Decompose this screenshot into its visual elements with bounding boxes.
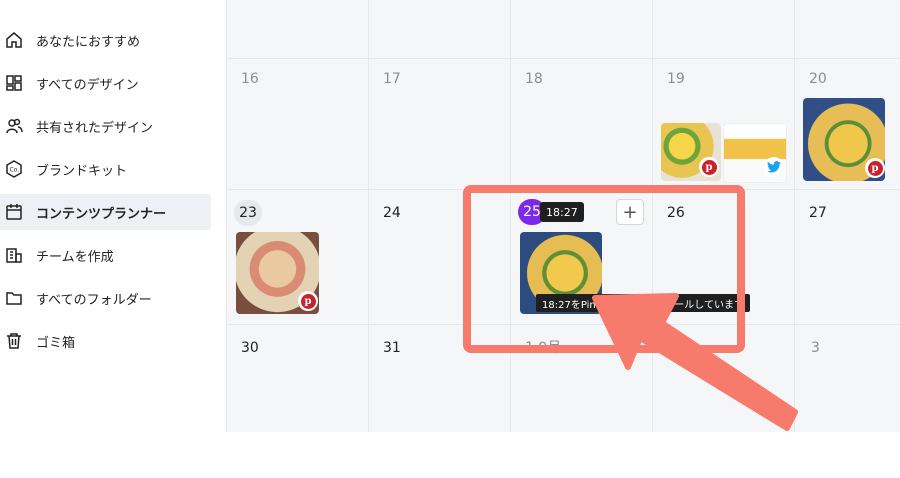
trash-icon: [5, 332, 23, 350]
shared-users-icon: [5, 117, 23, 135]
day-number[interactable]: 24: [383, 205, 401, 221]
twitter-icon: [764, 157, 784, 177]
folder-icon: [5, 289, 23, 307]
sidebar-item-brand-kit[interactable]: Co. ブランドキット: [0, 151, 211, 187]
pinterest-icon: p: [865, 158, 885, 178]
grid-icon: [5, 74, 23, 92]
sidebar-item-content-planner[interactable]: コンテンツプランナー: [0, 194, 211, 230]
sidebar-item-all-folders[interactable]: すべてのフォルダー: [0, 280, 211, 316]
sidebar-item-label: チームを作成: [36, 249, 114, 265]
day-number[interactable]: 18: [525, 71, 543, 87]
sidebar-item-create-team[interactable]: チームを作成: [0, 237, 211, 273]
day-number[interactable]: 19: [667, 71, 685, 87]
sidebar: あなたにおすすめ すべてのデザイン 共有されたデザイン Co. ブランドキット …: [0, 0, 226, 478]
highlight-box: [463, 185, 745, 353]
day-number[interactable]: 30: [241, 340, 259, 356]
sidebar-item-recommended[interactable]: あなたにおすすめ: [0, 22, 211, 58]
home-icon: [5, 31, 23, 49]
grid-divider: [368, 0, 369, 432]
day-number[interactable]: 3: [811, 340, 820, 356]
day-number-today[interactable]: 23: [234, 200, 262, 226]
day-number[interactable]: 31: [383, 340, 401, 356]
day-number[interactable]: 20: [809, 71, 827, 87]
sidebar-item-label: ゴミ箱: [36, 335, 76, 351]
sidebar-item-label: あなたにおすすめ: [36, 34, 141, 50]
sidebar-item-label: コンテンツプランナー: [36, 206, 167, 222]
calendar-row: [226, 0, 900, 59]
day-number[interactable]: 16: [241, 71, 259, 87]
pinterest-icon: p: [699, 157, 719, 177]
day-number[interactable]: 27: [809, 205, 827, 221]
sidebar-item-label: ブランドキット: [36, 163, 128, 179]
brand-kit-icon: Co.: [5, 160, 23, 178]
pinterest-icon: p: [298, 291, 318, 311]
sidebar-item-shared[interactable]: 共有されたデザイン: [0, 108, 211, 144]
grid-divider: [226, 0, 227, 432]
grid-divider: [794, 0, 795, 432]
sidebar-item-label: すべてのデザイン: [36, 77, 139, 93]
calendar-icon: [5, 203, 23, 221]
building-icon: [5, 246, 23, 264]
brand-mark-text: Co.: [10, 167, 20, 174]
sidebar-item-all-designs[interactable]: すべてのデザイン: [0, 65, 211, 101]
calendar-row: [226, 58, 900, 190]
day-number[interactable]: 17: [383, 71, 401, 87]
sidebar-item-label: 共有されたデザイン: [36, 120, 154, 136]
sidebar-item-label: すべてのフォルダー: [36, 292, 152, 308]
sidebar-item-trash[interactable]: ゴミ箱: [0, 323, 211, 359]
